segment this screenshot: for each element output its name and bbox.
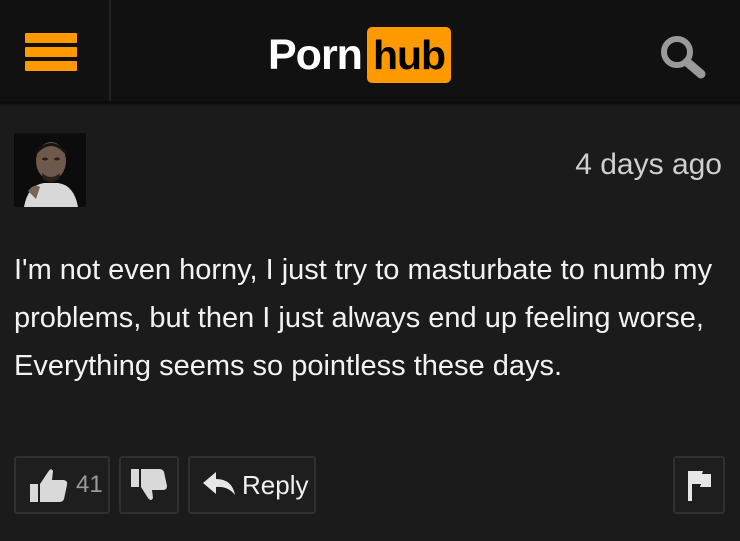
reply-arrow-icon (203, 472, 235, 495)
comment-timestamp: 4 days ago (575, 148, 722, 181)
search-button[interactable] (655, 30, 709, 84)
thumbs-down-icon (131, 469, 167, 500)
thumbs-up-icon (30, 469, 68, 502)
logo-text-right: hub (366, 27, 452, 83)
reply-button[interactable]: Reply (188, 456, 316, 514)
comment-text: I'm not even horny, I just try to mastur… (14, 254, 713, 382)
like-button[interactable]: 41 (14, 456, 110, 514)
top-bar: Porn hub (0, 0, 740, 104)
dislike-button[interactable] (119, 456, 179, 514)
reply-label: Reply (242, 469, 309, 500)
search-icon (661, 36, 706, 79)
site-logo[interactable]: Porn hub (268, 24, 452, 86)
like-count: 41 (76, 471, 103, 498)
flag-icon (688, 471, 711, 501)
flag-button[interactable] (673, 456, 725, 514)
menu-button[interactable] (0, 0, 111, 101)
user-avatar[interactable] (14, 133, 86, 207)
logo-text-left: Porn (268, 30, 363, 79)
